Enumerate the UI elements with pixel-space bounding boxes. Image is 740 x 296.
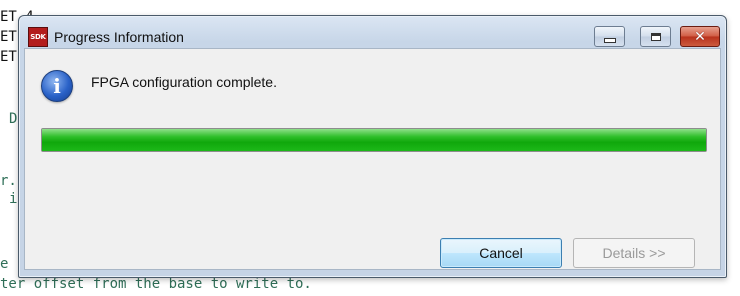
- title-bar[interactable]: SDK Progress Information ✕: [19, 16, 726, 48]
- maximize-icon: [650, 32, 661, 41]
- minimize-button[interactable]: [594, 26, 625, 47]
- progress-information-dialog: SDK Progress Information ✕ i FPGA config…: [18, 15, 727, 278]
- app-icon-label: SDK: [30, 33, 46, 41]
- details-button[interactable]: Details >>: [573, 238, 695, 268]
- dialog-title: Progress Information: [54, 29, 184, 45]
- code-line: i: [9, 191, 18, 207]
- code-line: r.: [0, 173, 17, 189]
- code-line: ET: [0, 29, 17, 45]
- progress-bar: [41, 128, 707, 152]
- minimize-icon: [603, 37, 616, 43]
- code-line: e: [0, 256, 9, 272]
- cancel-button[interactable]: Cancel: [440, 238, 562, 268]
- code-line: ter offset from the base to write to.: [0, 276, 312, 292]
- dialog-body: i FPGA configuration complete. Cancel De…: [24, 48, 721, 270]
- status-message: FPGA configuration complete.: [91, 74, 277, 90]
- close-icon: ✕: [694, 28, 706, 45]
- info-icon: i: [41, 70, 73, 102]
- progress-bar-fill: [42, 129, 706, 151]
- code-line: ET: [0, 49, 17, 65]
- sdk-app-icon: SDK: [28, 27, 48, 47]
- maximize-button[interactable]: [640, 26, 671, 47]
- close-button[interactable]: ✕: [680, 26, 720, 47]
- code-line: D: [9, 111, 18, 127]
